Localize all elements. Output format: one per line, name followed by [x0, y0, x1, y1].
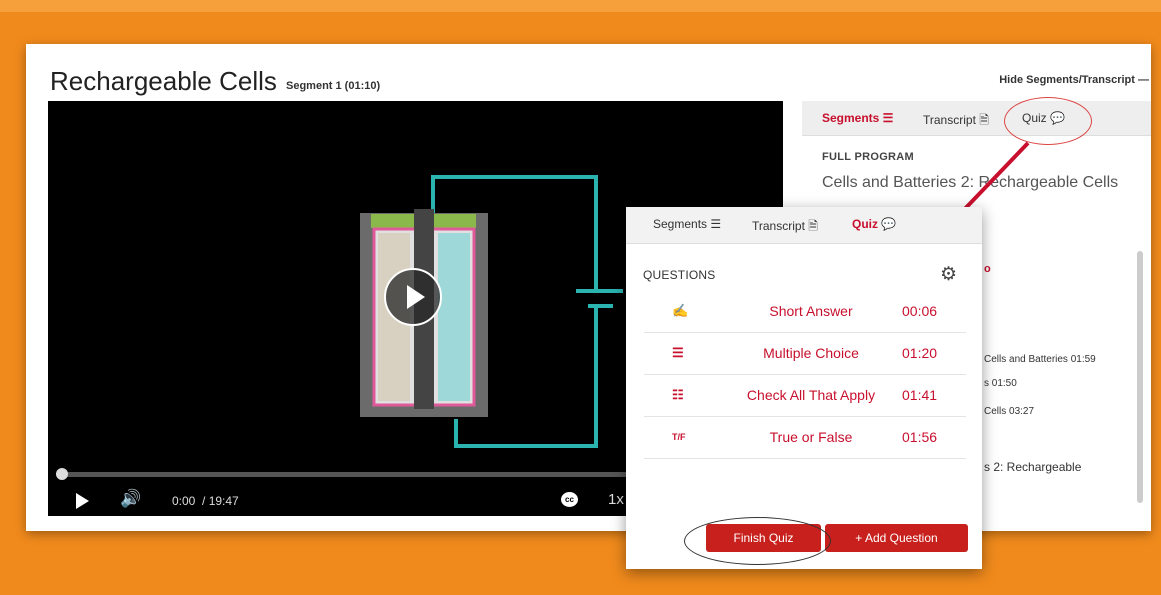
question-label: Short Answer — [769, 303, 853, 319]
full-program-label: FULL PROGRAM — [822, 151, 915, 163]
list-icon: ☰ — [672, 345, 684, 360]
quiz-panel-tabs: Segments ☰ Transcript 🗎 Quiz 💬 — [626, 207, 982, 244]
quiz-panel-tab-quiz[interactable]: Quiz 💬 — [852, 217, 896, 231]
questions-header: QUESTIONS — [643, 268, 716, 282]
partial-red-text: o — [984, 263, 991, 275]
sidebar-item-partial-1[interactable]: Cells and Batteries 01:59 — [984, 354, 1096, 365]
quiz-panel: Segments ☰ Transcript 🗎 Quiz 💬 QUESTIONS… — [626, 207, 982, 569]
question-row-short-answer[interactable]: ✍ Short Answer 00:06 — [644, 290, 966, 333]
closed-caption-button[interactable]: cc — [561, 492, 578, 507]
current-time: 0:00 — [172, 494, 196, 508]
volume-icon[interactable]: 🔊 — [120, 489, 141, 509]
question-row-true-false[interactable]: T/F True or False 01:56 — [644, 416, 966, 459]
progress-knob[interactable] — [56, 468, 68, 480]
question-label: Multiple Choice — [763, 345, 859, 361]
quiz-tab-highlight-ellipse — [1004, 97, 1092, 145]
play-overlay-button[interactable] — [384, 268, 442, 326]
quiz-panel-tab-segments[interactable]: Segments ☰ — [653, 217, 721, 231]
finish-quiz-highlight-ellipse — [684, 517, 831, 565]
question-time: 01:41 — [902, 387, 938, 403]
main-card: Rechargeable Cells Segment 1 (01:10) Hid… — [26, 44, 1151, 531]
true-false-icon: T/F — [672, 432, 686, 442]
quiz-panel-tab-transcript[interactable]: Transcript 🗎 — [752, 217, 818, 238]
sidebar-item-partial-4[interactable]: s 2: Rechargeable — [984, 460, 1081, 474]
tab-segments[interactable]: Segments ☰ — [822, 111, 893, 125]
page-title: Rechargeable Cells — [50, 66, 277, 96]
segment-label: Segment 1 (01:10) — [286, 80, 381, 92]
program-name[interactable]: Cells and Batteries 2: Rechargeable Cell… — [822, 173, 1122, 193]
play-button[interactable] — [76, 493, 89, 509]
hide-segments-link[interactable]: Hide Segments/Transcript — — [999, 74, 1149, 86]
checklist-icon: ☷ — [672, 387, 684, 402]
top-band — [0, 0, 1161, 12]
sidebar-scrollbar[interactable] — [1137, 251, 1143, 503]
tab-transcript[interactable]: Transcript 🗎 — [923, 111, 989, 132]
question-label: True or False — [769, 429, 853, 445]
playback-speed[interactable]: 1x — [608, 491, 624, 508]
question-time: 00:06 — [902, 303, 938, 319]
gear-icon[interactable]: ⚙ — [940, 263, 957, 286]
question-label: Check All That Apply — [746, 387, 876, 403]
add-question-button[interactable]: + Add Question — [825, 524, 968, 552]
short-answer-icon: ✍ — [672, 303, 689, 318]
sidebar-item-partial-2[interactable]: s 01:50 — [984, 378, 1017, 389]
time-display: 0:00 / 19:47 — [172, 494, 239, 508]
question-row-check-all[interactable]: ☷ Check All That Apply 01:41 — [644, 374, 966, 417]
question-row-multiple-choice[interactable]: ☰ Multiple Choice 01:20 — [644, 332, 966, 375]
question-time: 01:20 — [902, 345, 938, 361]
duration: / 19:47 — [202, 494, 239, 508]
sidebar-item-partial-3[interactable]: Cells 03:27 — [984, 406, 1034, 417]
sidebar-tabs: Segments ☰ Transcript 🗎 Quiz 💬 — [802, 101, 1151, 136]
question-time: 01:56 — [902, 429, 938, 445]
